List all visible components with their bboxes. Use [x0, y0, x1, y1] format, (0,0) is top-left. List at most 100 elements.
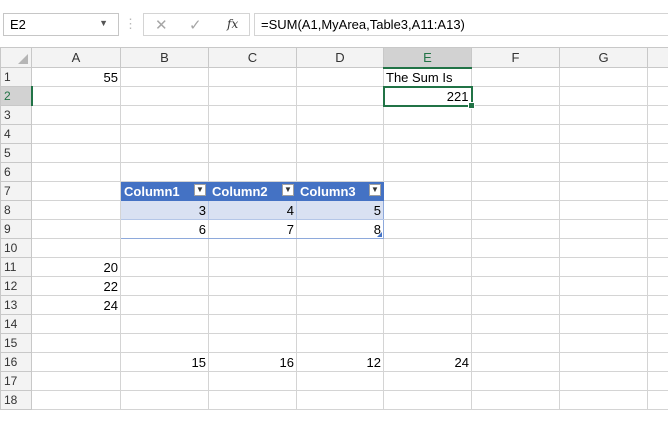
cell[interactable]	[208, 390, 297, 410]
cell[interactable]	[31, 143, 121, 163]
filter-dropdown-icon[interactable]: ▼	[282, 184, 294, 196]
cell[interactable]	[208, 238, 297, 258]
cell-a11[interactable]: 20	[31, 257, 121, 277]
cell[interactable]	[471, 295, 560, 315]
column-header-g[interactable]: G	[559, 47, 648, 68]
cell-c9[interactable]: 7	[208, 219, 297, 239]
table-resize-handle-icon[interactable]	[377, 232, 382, 237]
cell[interactable]	[383, 238, 472, 258]
cell[interactable]	[383, 333, 472, 353]
cell-a8[interactable]	[31, 200, 121, 220]
cell-g7[interactable]	[559, 181, 648, 201]
cell[interactable]	[31, 314, 121, 334]
cell[interactable]	[120, 257, 209, 277]
cell[interactable]	[647, 390, 668, 410]
cell-f9[interactable]	[471, 219, 560, 239]
cell[interactable]	[559, 390, 648, 410]
cell-e16[interactable]: 24	[383, 352, 472, 372]
cell[interactable]	[471, 276, 560, 296]
cell[interactable]	[559, 352, 648, 372]
cell[interactable]	[471, 314, 560, 334]
cell[interactable]	[383, 105, 472, 125]
cell-e1[interactable]: The Sum Is	[383, 67, 472, 87]
column-header-a[interactable]: A	[31, 47, 121, 68]
cell-b2[interactable]	[120, 86, 209, 106]
check-icon[interactable]: ✓	[189, 16, 202, 34]
cell[interactable]	[471, 124, 560, 144]
drag-handle-icon[interactable]: ⋮	[124, 16, 137, 32]
cell[interactable]	[208, 295, 297, 315]
cell-e7[interactable]	[383, 181, 472, 201]
column-header-h[interactable]	[647, 47, 668, 68]
cell[interactable]	[559, 276, 648, 296]
chevron-down-icon[interactable]: ▼	[99, 18, 108, 28]
cell[interactable]	[647, 314, 668, 334]
filter-dropdown-icon[interactable]: ▼	[194, 184, 206, 196]
cell[interactable]	[559, 314, 648, 334]
row-header-17[interactable]: 17	[0, 371, 32, 391]
cell[interactable]	[647, 333, 668, 353]
cell[interactable]	[208, 371, 297, 391]
cell[interactable]	[559, 124, 648, 144]
cell[interactable]	[296, 257, 384, 277]
cell[interactable]	[208, 257, 297, 277]
cell[interactable]	[647, 105, 668, 125]
cell[interactable]	[31, 390, 121, 410]
cell[interactable]	[120, 105, 209, 125]
row-header-3[interactable]: 3	[0, 105, 32, 125]
select-all-corner[interactable]	[0, 47, 32, 68]
cell[interactable]	[471, 162, 560, 182]
row-header-1[interactable]: 1	[0, 67, 32, 87]
cell[interactable]	[559, 238, 648, 258]
cell[interactable]	[471, 390, 560, 410]
cell-h1[interactable]	[647, 67, 668, 87]
cell-a7[interactable]	[31, 181, 121, 201]
cell[interactable]	[559, 257, 648, 277]
cell-c2[interactable]	[208, 86, 297, 106]
column-header-e[interactable]: E	[383, 47, 472, 69]
cell[interactable]	[647, 276, 668, 296]
cell-f1[interactable]	[471, 67, 560, 87]
column-header-f[interactable]: F	[471, 47, 560, 68]
cell[interactable]	[647, 162, 668, 182]
cell-g2[interactable]	[559, 86, 648, 106]
row-header-5[interactable]: 5	[0, 143, 32, 163]
cell[interactable]	[296, 295, 384, 315]
cell[interactable]	[559, 105, 648, 125]
cell[interactable]	[559, 143, 648, 163]
cell[interactable]	[559, 162, 648, 182]
cell[interactable]	[120, 371, 209, 391]
cell-h8[interactable]	[647, 200, 668, 220]
row-header-2[interactable]: 2	[0, 86, 33, 106]
cell[interactable]	[296, 105, 384, 125]
cell[interactable]	[120, 314, 209, 334]
cell-a1[interactable]: 55	[31, 67, 121, 87]
cell-c8[interactable]: 4	[208, 200, 297, 220]
cell-h2[interactable]	[647, 86, 668, 106]
cell[interactable]	[559, 371, 648, 391]
cell-h7[interactable]	[647, 181, 668, 201]
cell[interactable]	[31, 238, 121, 258]
cell[interactable]	[208, 124, 297, 144]
row-header-16[interactable]: 16	[0, 352, 32, 372]
cell-a13[interactable]: 24	[31, 295, 121, 315]
cell[interactable]	[120, 238, 209, 258]
cell[interactable]	[647, 143, 668, 163]
cell[interactable]	[647, 124, 668, 144]
cell[interactable]	[120, 295, 209, 315]
cell[interactable]	[383, 257, 472, 277]
cell[interactable]	[31, 333, 121, 353]
cell[interactable]	[647, 295, 668, 315]
name-box[interactable]: E2 ▼	[3, 13, 119, 36]
cell-e8[interactable]	[383, 200, 472, 220]
row-header-4[interactable]: 4	[0, 124, 32, 144]
cell[interactable]	[120, 143, 209, 163]
cell[interactable]	[120, 390, 209, 410]
row-header-15[interactable]: 15	[0, 333, 32, 353]
cell[interactable]	[471, 352, 560, 372]
cell[interactable]	[471, 143, 560, 163]
row-header-13[interactable]: 13	[0, 295, 32, 315]
table-header-column1[interactable]: Column1 ▼	[120, 181, 209, 201]
insert-function-icon[interactable]: fx	[227, 17, 238, 31]
cell[interactable]	[296, 276, 384, 296]
